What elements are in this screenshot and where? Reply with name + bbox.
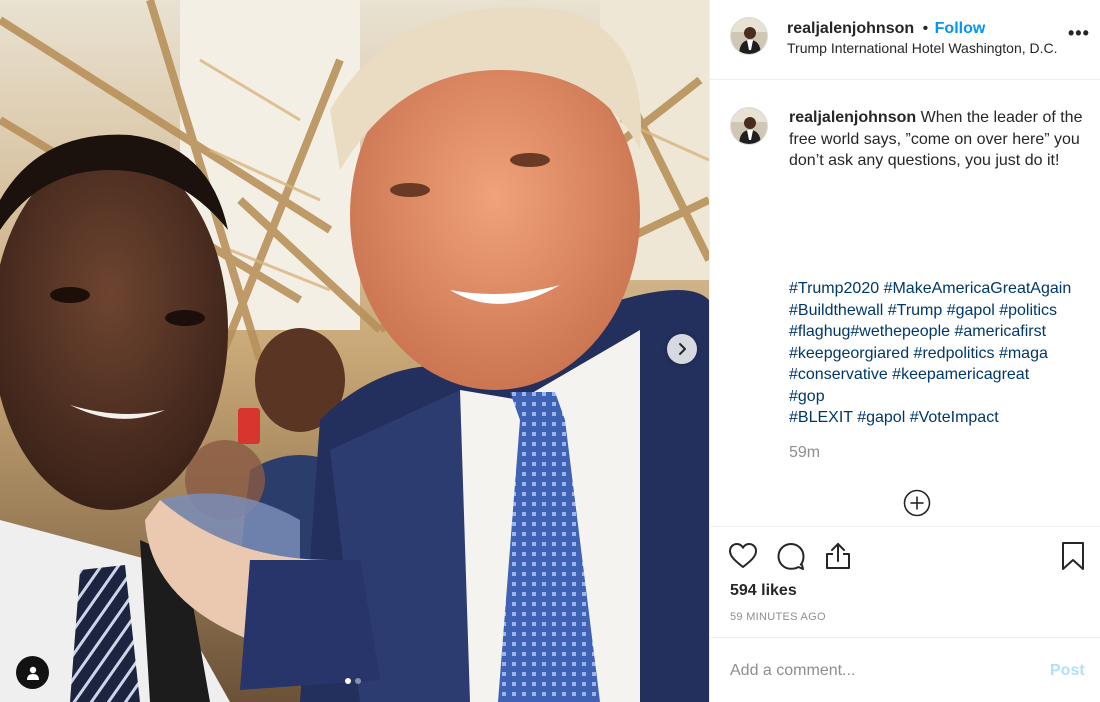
hashtag-link[interactable]: #gapol (947, 302, 995, 319)
post-comment-button[interactable]: Post (1050, 662, 1085, 680)
hashtag-link[interactable]: #wethepeople (850, 323, 950, 340)
caption-time: 59m (789, 444, 821, 461)
bookmark-icon[interactable] (1060, 541, 1086, 571)
hashtag-link[interactable]: #keepgeorgiared (789, 345, 909, 362)
hashtag-link[interactable]: #conservative (789, 366, 888, 383)
post-photo[interactable] (0, 0, 709, 702)
header-user-line: realjalenjohnson • Follow (787, 20, 985, 38)
carousel-next-button[interactable] (667, 334, 697, 364)
hashtag-line: #Buildthewall #Trump #gapol #politics (789, 300, 1099, 322)
hashtag-link[interactable]: #VoteImpact (910, 409, 999, 426)
carousel-dot-active (345, 678, 351, 684)
hashtag-link[interactable]: #americafirst (954, 323, 1046, 340)
username-link[interactable]: realjalenjohnson (787, 20, 914, 37)
hashtag-link[interactable]: #Trump2020 (789, 280, 879, 297)
avatar[interactable] (730, 17, 768, 55)
hashtag-link[interactable]: #BLEXIT (789, 409, 853, 426)
hashtag-line: #Trump2020 #MakeAmericaGreatAgain (789, 278, 1099, 300)
hashtag-line: #BLEXIT #gapol #VoteImpact (789, 407, 1099, 429)
more-options-icon[interactable]: ••• (1068, 24, 1090, 42)
hashtag-link[interactable]: #keepamericagreat (892, 366, 1029, 383)
post-details-panel: realjalenjohnson • Follow Trump Internat… (709, 0, 1100, 702)
post-timestamp: 59 MINUTES AGO (730, 611, 826, 623)
chevron-right-icon (679, 343, 686, 355)
hashtag-link[interactable]: #Trump (888, 302, 943, 319)
plus-circle-icon (903, 489, 931, 517)
carousel-dot (355, 678, 361, 684)
hashtag-link[interactable]: #gop (789, 388, 825, 405)
tagged-users-button[interactable] (16, 656, 49, 689)
location-link[interactable]: Trump International Hotel Washington, D.… (787, 40, 1058, 56)
hashtag-line: #keepgeorgiared #redpolitics #maga (789, 343, 1099, 365)
follow-button[interactable]: Follow (935, 20, 986, 37)
heart-icon[interactable] (728, 541, 758, 571)
hashtag-line: #gop (789, 386, 1099, 408)
user-tag-icon (26, 666, 39, 680)
action-bar: 594 likes 59 MINUTES AGO (710, 526, 1100, 636)
comments-section: realjalenjohnson When the leader of the … (710, 81, 1100, 525)
profile-picture (731, 18, 767, 54)
comment-input[interactable] (730, 658, 1030, 684)
hashtag-line: #conservative #keepamericagreat (789, 364, 1099, 386)
hashtag-link[interactable]: #Buildthewall (789, 302, 883, 319)
caption-username-link[interactable]: realjalenjohnson (789, 109, 916, 126)
hashtag-link[interactable]: #maga (999, 345, 1048, 362)
hashtag-link[interactable]: #MakeAmericaGreatAgain (884, 280, 1072, 297)
comment-icon[interactable] (776, 541, 806, 571)
carousel-indicator (345, 678, 361, 684)
hashtag-line: #flaghug#wethepeople #americafirst (789, 321, 1099, 343)
comment-form: Post (710, 637, 1100, 702)
profile-picture (731, 108, 767, 144)
separator-dot: • (922, 20, 929, 37)
caption: realjalenjohnson When the leader of the … (789, 107, 1094, 172)
photo-illustration (0, 0, 709, 702)
hashtag-link[interactable]: #politics (999, 302, 1057, 319)
likes-count[interactable]: 594 likes (730, 582, 797, 600)
load-more-comments-button[interactable] (903, 489, 931, 517)
hashtag-link[interactable]: #gapol (857, 409, 905, 426)
hashtag-link[interactable]: #redpolitics (914, 345, 995, 362)
hashtag-list: #Trump2020 #MakeAmericaGreatAgain #Buildt… (789, 278, 1099, 429)
caption-avatar[interactable] (730, 107, 768, 145)
post-header: realjalenjohnson • Follow Trump Internat… (710, 0, 1100, 80)
share-icon[interactable] (824, 541, 852, 571)
hashtag-link[interactable]: #flaghug (789, 323, 850, 340)
